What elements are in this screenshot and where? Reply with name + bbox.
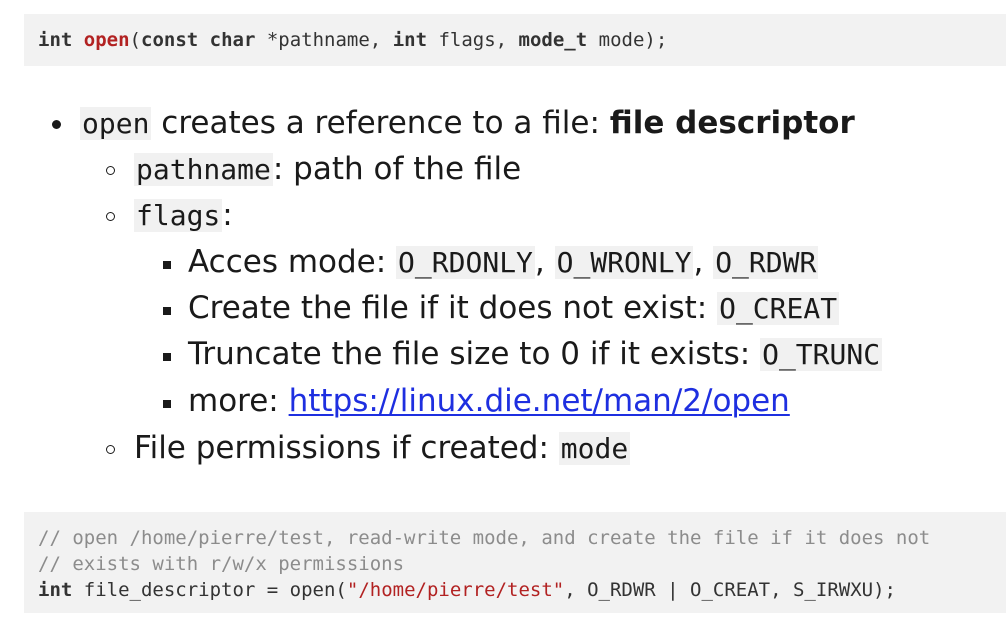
bullet-text: File permissions if created: [134, 430, 559, 466]
bullet-more-link: more: https://linux.die.net/man/2/open [188, 378, 790, 424]
bullet-open-description: open creates a reference to a file: file… [80, 100, 855, 146]
pathname-param: *pathname, [255, 29, 393, 51]
bullet-text: Acces mode: [188, 244, 397, 280]
bold-term: file descriptor [609, 105, 855, 141]
string-literal: "/home/pierre/test" [346, 579, 565, 601]
bullet-square-icon [163, 261, 171, 269]
separator: , [534, 244, 555, 280]
inline-code-o-trunc: O_TRUNC [760, 338, 883, 371]
return-type-keyword: int [38, 29, 73, 51]
flags-param: flags, [427, 29, 519, 51]
bullet-truncate-flag: Truncate the file size to 0 if it exists… [188, 331, 883, 377]
mode-type: mode_t [518, 29, 588, 51]
example-code-block: // open /home/pierre/test, read-write mo… [24, 512, 1006, 613]
bullet-text: more: [188, 383, 289, 419]
function-signature-code-block: int open(const char *pathname, int flags… [24, 14, 1006, 66]
man-page-link[interactable]: https://linux.die.net/man/2/open [289, 383, 790, 419]
function-name: open [83, 29, 130, 51]
code-statement-line: int file_descriptor = open("/home/pierre… [38, 577, 1006, 603]
code-comment-line-1: // open /home/pierre/test, read-write mo… [38, 527, 931, 549]
inline-code-o-wronly: O_WRONLY [554, 246, 694, 279]
code-comment-line-2: // exists with r/w/x permissions [38, 553, 405, 575]
bullet-disc-icon [52, 120, 61, 129]
bullet-square-icon [163, 307, 171, 315]
open-paren: ( [129, 29, 141, 51]
code-text: , O_RDWR | O_CREAT, S_IRWXU); [564, 579, 896, 601]
int-keyword: int [392, 29, 428, 51]
inline-code-mode: mode [558, 432, 631, 465]
bullet-permissions: File permissions if created: mode [134, 425, 631, 471]
bullet-create-flag: Create the file if it does not exist: O_… [188, 285, 840, 331]
bullet-text: : [222, 197, 233, 233]
mode-param: mode); [587, 29, 668, 51]
bullet-text: Truncate the file size to 0 if it exists… [188, 336, 761, 372]
bullet-circle-icon [106, 212, 115, 221]
bullet-text: Create the file if it does not exist: [188, 290, 718, 326]
const-keyword: const [141, 29, 199, 51]
inline-code-o-creat: O_CREAT [717, 292, 840, 325]
bullet-square-icon [163, 400, 171, 408]
inline-code-open: open [80, 107, 152, 140]
bullet-circle-icon [106, 166, 115, 175]
bullet-access-mode: Acces mode: O_RDONLY, O_WRONLY, O_RDWR [188, 239, 819, 285]
inline-code-o-rdonly: O_RDONLY [396, 246, 535, 279]
inline-code-pathname: pathname [134, 153, 273, 186]
inline-code-flags: flags [134, 199, 223, 232]
code-text: file_descriptor = open( [72, 579, 347, 601]
bullet-circle-icon [106, 445, 115, 454]
bullet-text: : path of the file [272, 151, 522, 187]
bullet-square-icon [163, 353, 171, 361]
bullet-flags: flags: [134, 192, 233, 238]
separator: , [693, 244, 714, 280]
bullet-pathname: pathname: path of the file [134, 146, 521, 192]
inline-code-o-rdwr: O_RDWR [713, 246, 819, 279]
bullet-text: creates a reference to a file: [151, 105, 610, 141]
int-keyword: int [38, 579, 73, 601]
char-keyword: char [209, 29, 256, 51]
